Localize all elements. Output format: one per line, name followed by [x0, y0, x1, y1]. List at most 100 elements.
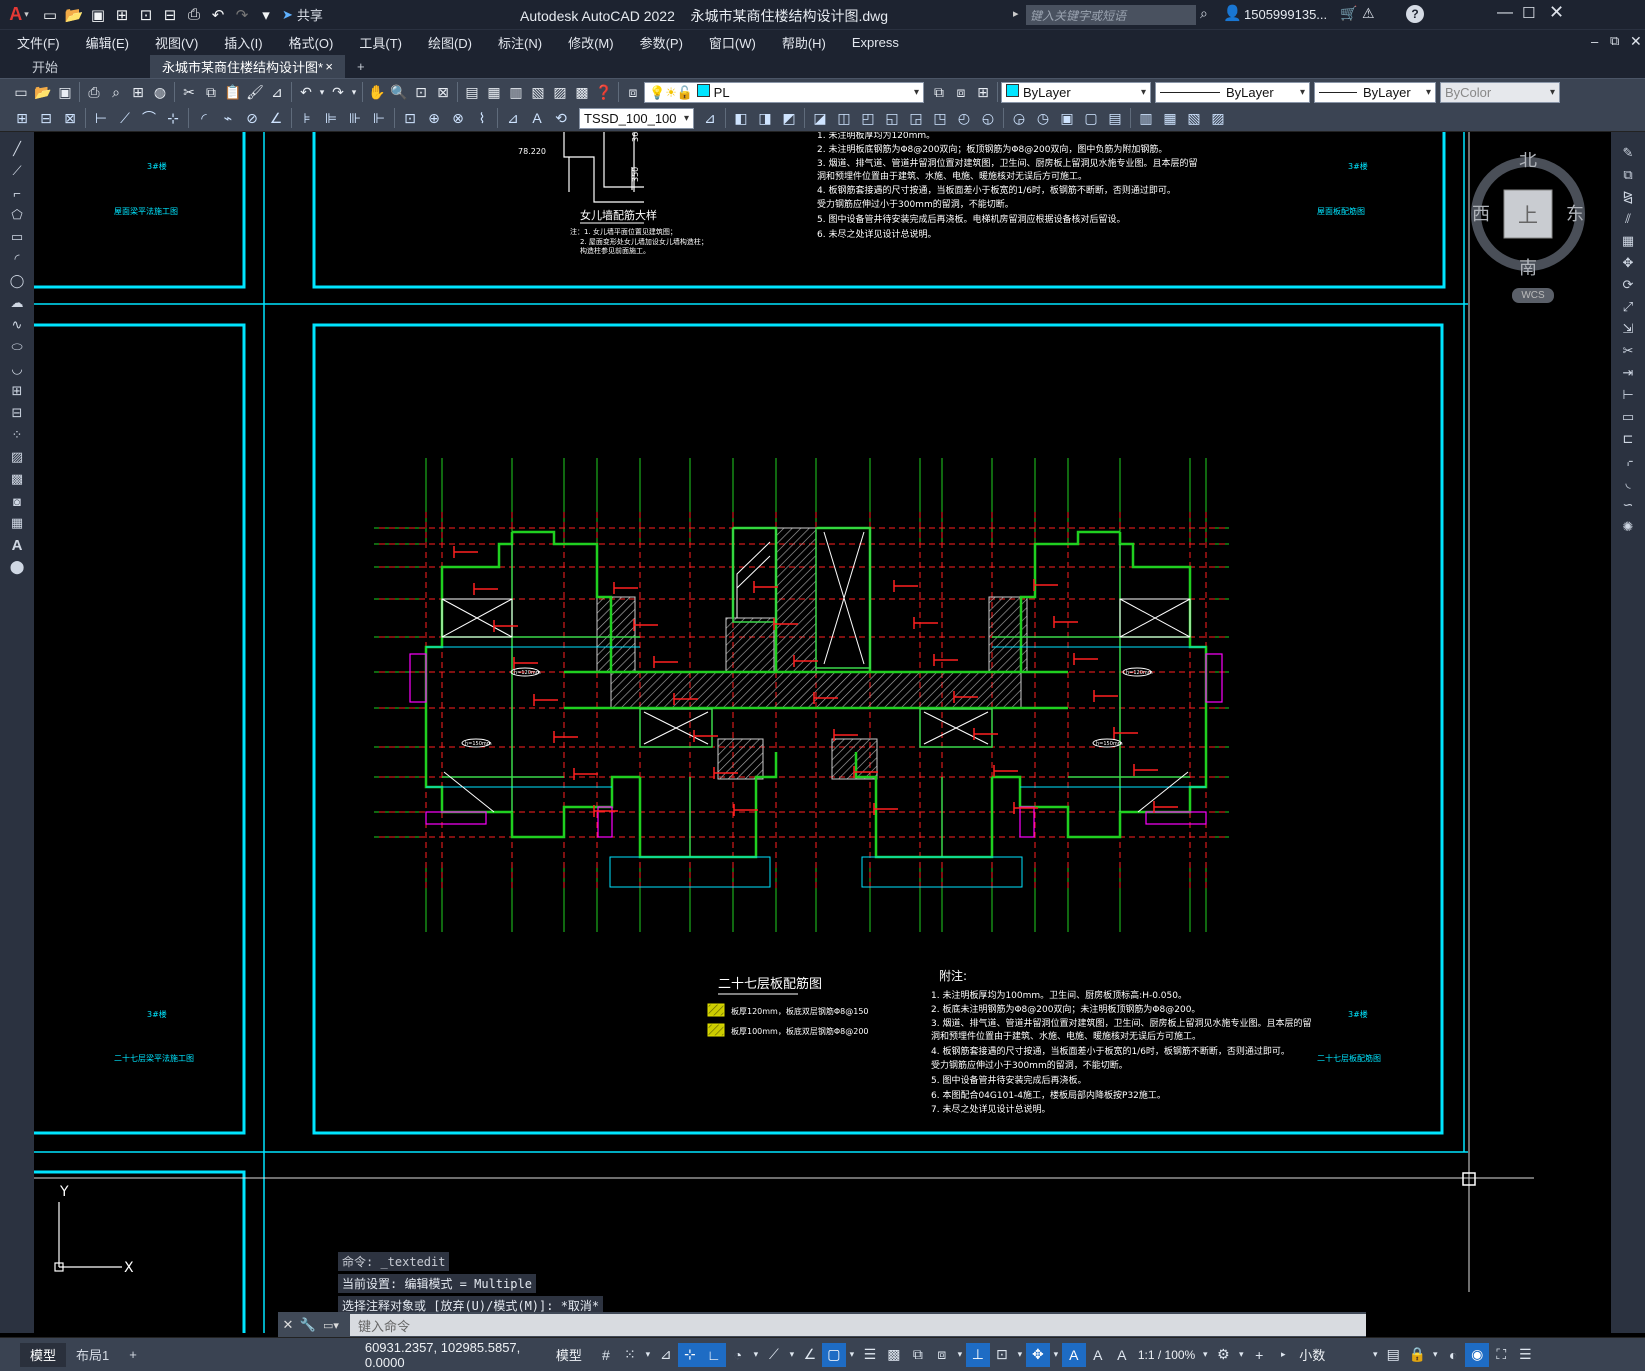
coordinates-readout[interactable]: 60931.2357, 102985.5857, 0.0000 [365, 1340, 550, 1370]
erase-icon[interactable]: ✎ [1616, 143, 1640, 163]
viewcube-south[interactable]: 南 [1519, 258, 1537, 279]
dim-radius-icon[interactable]: ◜ [192, 107, 216, 129]
search-input[interactable]: 键入关键字或短语 [1026, 5, 1196, 25]
command-customize-icon[interactable]: 🔧 [298, 1317, 318, 1333]
selection-filter-icon[interactable]: ⊡ [990, 1343, 1014, 1367]
quick-properties-icon[interactable]: ▤ [1381, 1343, 1405, 1367]
ellipse-icon[interactable]: ⬭ [5, 337, 29, 357]
menu-help[interactable]: 帮助(H) [769, 33, 839, 52]
fillet-icon[interactable]: ◟ [1616, 473, 1640, 493]
markup-icon[interactable]: ▨ [549, 81, 571, 103]
menu-file[interactable]: 文件(F) [4, 33, 73, 52]
plot-icon[interactable]: ⎙ [183, 4, 205, 26]
dim-ordinate-icon[interactable]: ⊹ [161, 107, 185, 129]
plot-preview-icon[interactable]: ⌕ [105, 81, 127, 103]
rotate-icon[interactable]: ⟳ [1616, 275, 1640, 295]
break-at-point-icon[interactable]: ⊢ [1616, 385, 1640, 405]
help-icon[interactable]: ❓ [593, 81, 615, 103]
lock-ui-icon[interactable]: 🔒 [1405, 1343, 1429, 1367]
tssd-d-icon[interactable]: ◪ [808, 107, 832, 129]
maximize-button[interactable]: ☐ [1522, 4, 1535, 22]
tab-model[interactable]: 模型 [20, 1342, 67, 1367]
array-icon[interactable]: ▦ [1616, 231, 1640, 251]
tssd-n-icon[interactable]: ▣ [1055, 107, 1079, 129]
lineweight-icon[interactable]: ☰ [858, 1343, 882, 1367]
object-tracking-icon[interactable]: ∠ [798, 1343, 822, 1367]
circle-icon[interactable]: ◯ [5, 271, 29, 291]
tssd-a-icon[interactable]: ◧ [729, 107, 753, 129]
selection-cycling-icon[interactable]: ⧉ [906, 1343, 930, 1367]
ucs-menu[interactable]: WCS [1512, 288, 1554, 303]
tab-layout1[interactable]: 布局1 [66, 1343, 119, 1367]
isolate-objects-icon[interactable]: ◐ [1441, 1343, 1465, 1367]
extend-icon[interactable]: ⇥ [1616, 363, 1640, 383]
dimstyle-dropdown[interactable]: TSSD_100_100 ▾ [579, 107, 694, 129]
auto-scale-icon[interactable]: A [1086, 1343, 1110, 1367]
search-expand-icon[interactable]: ▸ [1013, 7, 1019, 20]
move-icon[interactable]: ✥ [1616, 253, 1640, 273]
tssd-c-icon[interactable]: ◩ [777, 107, 801, 129]
infer-constraints-icon[interactable]: ⊿ [654, 1343, 678, 1367]
units-icon[interactable]: ▸ [1271, 1343, 1295, 1367]
inspect-icon[interactable]: ⊗ [446, 107, 470, 129]
open-icon[interactable]: 📂 [63, 4, 85, 26]
tssd-m-icon[interactable]: ◷ [1031, 107, 1055, 129]
tssd-g-icon[interactable]: ◱ [880, 107, 904, 129]
copy-object-icon[interactable]: ⧉ [1616, 165, 1640, 185]
scale-icon[interactable]: ⤢ [1616, 297, 1640, 317]
menu-draw[interactable]: 绘图(D) [415, 33, 485, 52]
properties-icon[interactable]: ▤ [461, 81, 483, 103]
doc-close-button[interactable]: ✕ [1630, 33, 1642, 50]
grid-icon[interactable]: # [594, 1343, 618, 1367]
customization-icon[interactable]: ☰ [1513, 1343, 1537, 1367]
a360-icon[interactable]: ⚠ [1362, 5, 1375, 22]
viewcube-east[interactable]: 东 [1566, 204, 1584, 225]
dim-jogged-icon[interactable]: ⌁ [216, 107, 240, 129]
color-dropdown[interactable]: ByLayer ▾ [1001, 81, 1151, 103]
scale-dropdown-icon[interactable]: ▾ [1199, 1343, 1211, 1367]
publish-icon[interactable]: ⊞ [127, 81, 149, 103]
tssd-tool-1-icon[interactable]: ⊞ [10, 107, 34, 129]
menu-tools[interactable]: 工具(T) [346, 33, 415, 52]
3d-dwf-icon[interactable]: ◍ [149, 81, 171, 103]
sheet-set-icon[interactable]: ▧ [527, 81, 549, 103]
web-save-icon[interactable]: ⊟ [159, 4, 181, 26]
tssd-e-icon[interactable]: ◫ [832, 107, 856, 129]
hatch-icon[interactable]: ▨ [5, 447, 29, 467]
zoom-realtime-icon[interactable]: 🔍 [388, 81, 410, 103]
open-icon[interactable]: 📂 [32, 81, 54, 103]
dim-diameter-icon[interactable]: ⊘ [240, 107, 264, 129]
polygon-icon[interactable]: ⬠ [5, 205, 29, 225]
point-icon[interactable]: ⁘ [5, 425, 29, 445]
drawing-canvas[interactable]: 78.220 350 360 女儿墙配筋大样 注：1. 女儿墙平面位置见建筑图；… [34, 132, 1611, 1333]
redo-icon[interactable]: ↷ [327, 81, 349, 103]
tssd-r-icon[interactable]: ▦ [1158, 107, 1182, 129]
isodraft-icon[interactable]: ⟋ [762, 1343, 786, 1367]
tab-close-icon[interactable]: × [325, 59, 333, 74]
tssd-l-icon[interactable]: ◶ [1007, 107, 1031, 129]
menu-window[interactable]: 窗口(W) [696, 33, 769, 52]
region-icon[interactable]: ◙ [5, 491, 29, 511]
tab-start[interactable]: 开始 [20, 55, 150, 78]
menu-format[interactable]: 格式(O) [276, 33, 347, 52]
tssd-j-icon[interactable]: ◴ [952, 107, 976, 129]
tssd-o-icon[interactable]: ▢ [1079, 107, 1103, 129]
revision-cloud-icon[interactable]: ☁ [5, 293, 29, 313]
user-account[interactable]: 1505999135... [1244, 7, 1327, 22]
cart-icon[interactable]: 🛒 [1340, 5, 1357, 22]
plotstyle-dropdown[interactable]: ByColor ▾ [1440, 81, 1560, 103]
menu-modify[interactable]: 修改(M) [555, 33, 627, 52]
break-icon[interactable]: ▭ [1616, 407, 1640, 427]
make-current-icon[interactable]: ⧉ [928, 81, 950, 103]
ellipse-arc-icon[interactable]: ◡ [5, 359, 29, 379]
annotation-scale-dropdown[interactable]: 1:1 / 100% [1138, 1348, 1195, 1362]
line-icon[interactable]: ╱ [5, 139, 29, 159]
menu-view[interactable]: 视图(V) [142, 33, 211, 52]
stretch-icon[interactable]: ⇲ [1616, 319, 1640, 339]
paste-icon[interactable]: 📋 [222, 81, 244, 103]
pan-icon[interactable]: ✋ [366, 81, 388, 103]
gizmo-dropdown-icon[interactable]: ▾ [1050, 1343, 1062, 1367]
dim-continue-icon[interactable]: ⊪ [343, 107, 367, 129]
undo-icon[interactable]: ↶ [207, 4, 229, 26]
tool-palettes-icon[interactable]: ▥ [505, 81, 527, 103]
